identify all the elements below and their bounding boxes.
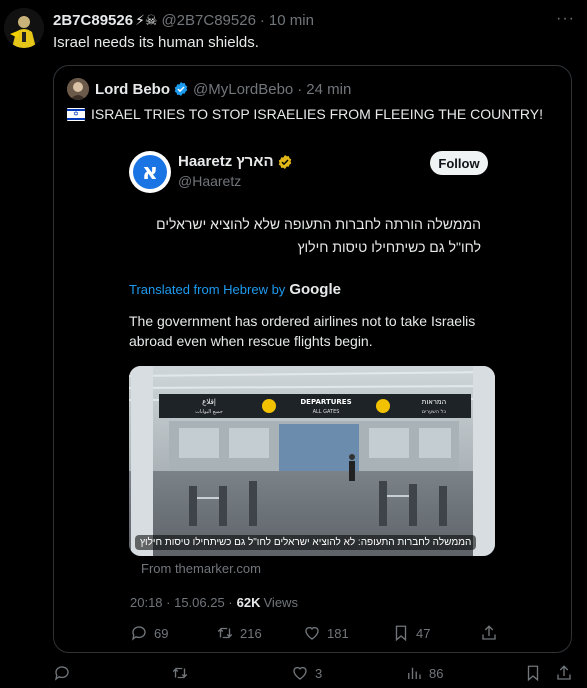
- like-button[interactable]: 3: [291, 664, 322, 682]
- bookmark-icon: [395, 625, 407, 642]
- photo-caption: הממשלה לחברות התעופה: לא להוציא ישראלים …: [135, 535, 477, 550]
- handle[interactable]: @2B7C89526: [161, 12, 255, 29]
- quoted-like-count: 181: [327, 625, 349, 641]
- sign-center-text: DEPARTURES: [300, 398, 351, 406]
- quoted-date[interactable]: 20:18 · 15.06.25 ·: [130, 595, 233, 610]
- quoted-reply-button[interactable]: 69: [130, 624, 168, 642]
- embedded-image[interactable]: א Haaretz הארץ @Haaretz Follow הממשלה הו…: [117, 141, 505, 597]
- verified-badge-icon: [174, 82, 188, 96]
- sign-right-sub: כל השערים: [422, 409, 447, 415]
- quoted-action-bar: 69 216 181 47: [130, 624, 500, 644]
- retweet-icon: [172, 667, 188, 679]
- embedded-display-name: Haaretz הארץ: [178, 153, 293, 170]
- more-options-icon[interactable]: ···: [556, 10, 575, 28]
- avatar[interactable]: [4, 8, 44, 48]
- views-button[interactable]: 86: [405, 664, 443, 682]
- reply-button[interactable]: [53, 664, 77, 682]
- name-emoji: ⚡☠: [135, 11, 158, 28]
- quoted-like-button[interactable]: 181: [303, 624, 349, 642]
- display-name[interactable]: 2B7C89526: [53, 12, 133, 29]
- quoted-views-label: Views: [263, 595, 298, 610]
- embedded-handle: @Haaretz: [178, 173, 242, 189]
- translated-label: Translated from Hebrew by: [129, 282, 286, 297]
- heart-icon: [305, 626, 319, 640]
- israel-flag-icon: ✡: [67, 107, 85, 121]
- share-icon: [557, 665, 571, 680]
- airport-photo: إقلاع جميع البوابات DEPARTURES ALL GATES…: [129, 366, 495, 556]
- quoted-tweet-header: Lord Bebo @MyLordBebo · 24 min: [67, 78, 351, 100]
- sign-right-text: המראות: [422, 398, 446, 406]
- sign-left-text: إقلاع: [202, 398, 216, 406]
- quoted-avatar: [67, 78, 89, 100]
- share-icon: [482, 625, 496, 640]
- quoted-share-button[interactable]: [480, 624, 504, 642]
- translated-text: The government has ordered airlines not …: [129, 313, 476, 349]
- reply-icon: [131, 626, 146, 641]
- quoted-timestamp[interactable]: 24 min: [306, 81, 351, 98]
- like-count: 3: [315, 665, 323, 681]
- views-chart-icon: [408, 667, 421, 679]
- heart-icon: [293, 666, 307, 680]
- quoted-tweet-meta: 20:18 · 15.06.25 · 62K Views: [130, 595, 298, 610]
- bookmark-icon: [527, 665, 539, 682]
- quoted-bookmark-count: 47: [416, 625, 431, 641]
- quoted-views-count: 62K: [236, 595, 261, 610]
- quoted-retweet-button[interactable]: 216: [216, 624, 262, 642]
- share-button[interactable]: [555, 664, 579, 682]
- tweet-text: Israel needs its human shields.: [53, 34, 259, 51]
- gold-verified-badge-icon: [278, 154, 291, 169]
- follow-button: Follow: [430, 151, 488, 175]
- quoted-tweet-text-row: ✡ ISRAEL TRIES TO STOP ISRAELIES FROM FL…: [67, 106, 543, 122]
- sign-center-sub: ALL GATES: [313, 409, 340, 415]
- separator: ·: [297, 80, 303, 98]
- retweet-button[interactable]: [171, 664, 195, 682]
- timestamp[interactable]: 10 min: [269, 12, 314, 29]
- quoted-tweet[interactable]: Lord Bebo @MyLordBebo · 24 min ✡ ISRAEL …: [53, 65, 572, 653]
- bookmark-button[interactable]: [524, 664, 548, 682]
- separator: ·: [259, 11, 265, 29]
- tweet-header: 2B7C89526 ⚡☠ @2B7C89526 · 10 min: [53, 10, 314, 30]
- embedded-name-text: Haaretz הארץ: [178, 153, 274, 170]
- retweet-icon: [217, 627, 233, 639]
- quoted-handle[interactable]: @MyLordBebo: [193, 81, 293, 98]
- quoted-retweet-count: 216: [240, 625, 262, 641]
- translation-credit: Translated from Hebrew by Google: [129, 281, 341, 298]
- views-count: 86: [429, 665, 444, 681]
- haaretz-logo: א: [129, 151, 171, 193]
- tweet-action-bar: 3 86: [53, 664, 571, 684]
- tweet: 2B7C89526 ⚡☠ @2B7C89526 · 10 min ··· Isr…: [0, 0, 587, 688]
- sign-left-sub: جميع البوابات: [195, 409, 223, 415]
- quoted-display-name[interactable]: Lord Bebo: [95, 81, 170, 98]
- haaretz-logo-letter: א: [133, 155, 167, 189]
- source-link: From themarker.com: [141, 561, 261, 576]
- hebrew-text: הממשלה הורתה לחברות התעופה שלא להוציא יש…: [156, 216, 481, 255]
- quoted-reply-count: 69: [154, 625, 169, 641]
- quoted-bookmark-button[interactable]: 47: [392, 624, 430, 642]
- google-logo: Google: [289, 281, 341, 298]
- reply-icon: [54, 666, 69, 681]
- quoted-tweet-text: ISRAEL TRIES TO STOP ISRAELIES FROM FLEE…: [91, 106, 544, 122]
